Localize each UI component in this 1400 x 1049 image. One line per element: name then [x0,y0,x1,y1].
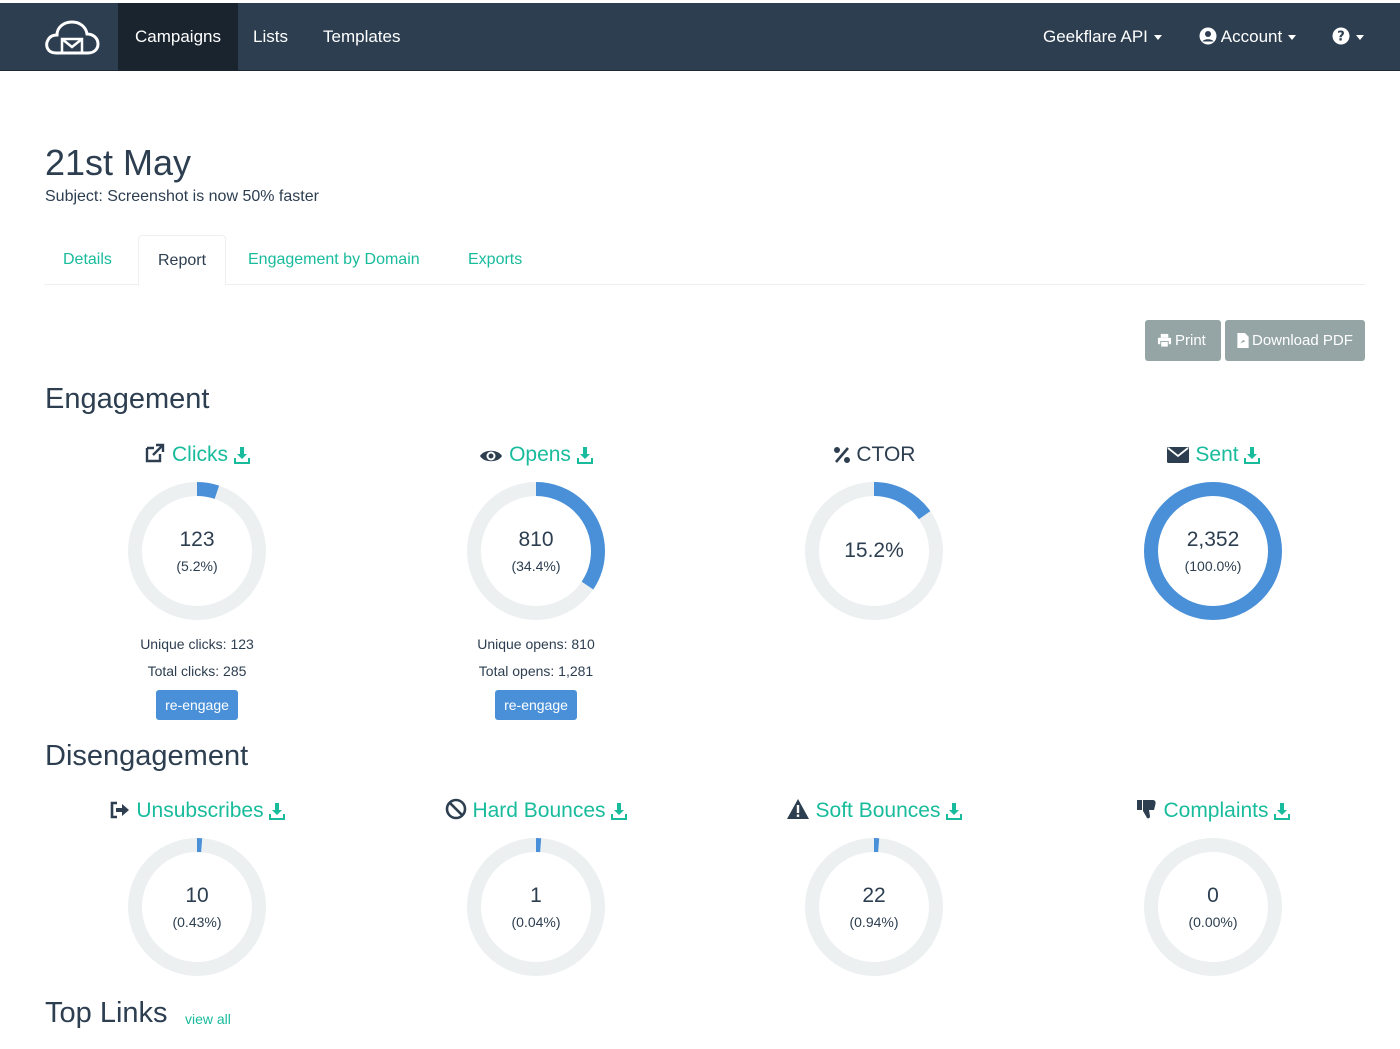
unsubscribes-metric: Unsubscribes 10 (0.43%) [27,796,367,978]
ctor-value: 15.2% [844,539,904,562]
print-icon [1157,333,1172,348]
nav-templates[interactable]: Templates [306,3,417,71]
file-pdf-icon [1237,333,1249,348]
ctor-metric: CTOR 15.2% [704,440,1044,622]
print-label: Print [1175,332,1206,349]
clicks-reengage-button[interactable]: re-engage [156,690,238,720]
nav-api-label: Geekflare API [1043,27,1148,46]
view-all-link[interactable]: view all [185,1011,231,1027]
complaints-metric: Complaints 0 (0.00%) [1043,796,1383,978]
top-links-heading: Top Links [45,997,168,1029]
opens-donut: 810 (34.4%) [465,480,607,622]
thumbs-down-icon [1136,800,1156,819]
opens-value: 810 [518,528,554,551]
caret-down-icon [1153,35,1162,41]
soft-bounces-metric: Soft Bounces 22 (0.94%) [704,796,1044,978]
disengagement-heading: Disengagement [45,740,249,772]
ctor-donut: 15.2% [803,480,945,622]
nav-api-dropdown[interactable]: Geekflare API [1026,3,1179,71]
nav-lists[interactable]: Lists [236,3,305,71]
hard-bounces-label[interactable]: Hard Bounces [472,799,605,822]
question-circle-icon: ? [1332,27,1350,45]
download-icon[interactable] [576,446,593,464]
top-navbar: Campaigns Lists Templates Geekflare API … [0,3,1400,71]
nav-campaigns[interactable]: Campaigns [118,3,238,71]
nav-account-dropdown[interactable]: Account [1182,3,1313,71]
complaints-percent: (0.00%) [1188,914,1238,930]
hard-bounces-metric: Hard Bounces 1 (0.04%) [366,796,706,978]
print-button[interactable]: Print [1145,320,1221,361]
unique-opens: Unique opens: 810 [477,636,595,652]
sent-percent: (100.0%) [1184,558,1242,574]
download-icon[interactable] [269,802,286,820]
hard-bounces-donut: 1 (0.04%) [465,836,607,978]
campaign-tabs: Details Report Engagement by Domain Expo… [44,235,1365,286]
hard-bounces-value: 1 [530,884,542,907]
ctor-label: CTOR [856,443,916,466]
ban-icon [445,798,466,820]
eye-icon [480,450,503,462]
sent-value: 2,352 [1186,528,1240,551]
soft-bounces-label[interactable]: Soft Bounces [816,799,941,822]
download-icon[interactable] [1244,446,1261,464]
external-link-icon [145,443,165,463]
unsubscribes-value: 10 [185,884,209,907]
soft-bounces-percent: (0.94%) [849,914,899,930]
complaints-donut: 0 (0.00%) [1142,836,1284,978]
download-icon[interactable] [611,802,628,820]
warning-icon [786,799,809,819]
nav-help-dropdown[interactable]: ? [1315,3,1381,71]
sent-donut: 2,352 (100.0%) [1142,480,1284,622]
opens-reengage-button[interactable]: re-engage [495,690,577,720]
complaints-label[interactable]: Complaints [1163,799,1268,822]
download-pdf-button[interactable]: Download PDF [1225,320,1365,361]
percent-icon [833,447,850,463]
total-opens: Total opens: 1,281 [478,663,594,679]
download-icon[interactable] [946,802,963,820]
clicks-percent: (5.2%) [176,558,218,574]
envelope-icon [1166,447,1189,463]
caret-down-icon [1288,35,1297,41]
opens-percent: (34.4%) [511,558,561,574]
sign-out-icon [110,801,129,819]
unsubscribes-donut: 10 (0.43%) [126,836,268,978]
clicks-value: 123 [179,528,215,551]
tab-engagement-by-domain[interactable]: Engagement by Domain [229,235,439,285]
download-icon[interactable] [233,446,250,464]
download-pdf-label: Download PDF [1252,332,1353,349]
cloud-mail-logo-icon[interactable] [42,17,102,59]
clicks-label[interactable]: Clicks [172,443,228,466]
caret-down-icon [1356,35,1364,41]
unique-clicks: Unique clicks: 123 [140,636,254,652]
user-circle-icon [1199,27,1217,45]
tab-report[interactable]: Report [138,235,227,286]
download-icon[interactable] [1274,802,1291,820]
tab-details[interactable]: Details [44,235,131,285]
opens-metric: Opens 810 (34.4%) Unique opens: 810 Tota… [366,440,706,720]
sent-label[interactable]: Sent [1195,443,1238,466]
tab-exports[interactable]: Exports [449,235,541,285]
unsubscribes-label[interactable]: Unsubscribes [136,799,263,822]
unsubscribes-percent: (0.43%) [172,914,222,930]
engagement-heading: Engagement [45,383,210,415]
clicks-donut: 123 (5.2%) [126,480,268,622]
sent-metric: Sent 2,352 (100.0%) [1043,440,1383,622]
soft-bounces-donut: 22 (0.94%) [803,836,945,978]
svg-text:?: ? [1337,30,1345,45]
soft-bounces-value: 22 [862,884,886,907]
nav-account-label: Account [1220,27,1283,46]
campaign-subject: Subject: Screenshot is now 50% faster [45,188,319,205]
page-title: 21st May [45,142,192,183]
opens-label[interactable]: Opens [509,443,571,466]
hard-bounces-percent: (0.04%) [511,914,561,930]
total-clicks: Total clicks: 285 [147,663,247,679]
complaints-value: 0 [1207,884,1219,907]
clicks-metric: Clicks 123 (5.2%) Unique clicks: 123 Tot… [27,440,367,720]
